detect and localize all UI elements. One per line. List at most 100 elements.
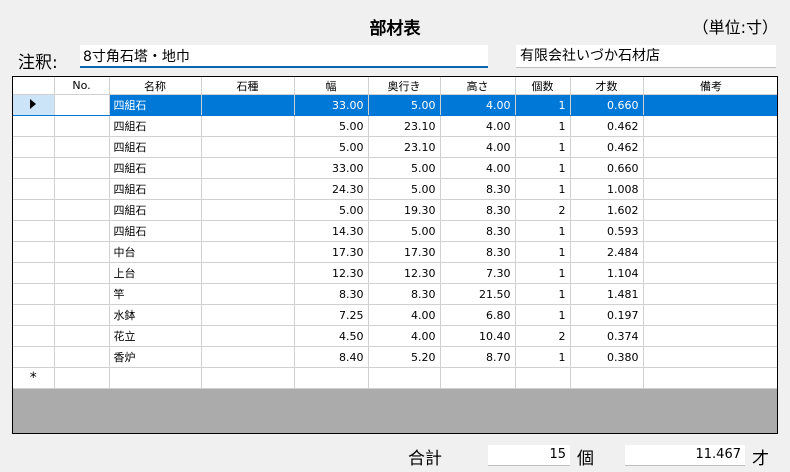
cell-count[interactable]: 2 (515, 199, 571, 221)
cell-depth[interactable]: 4.00 (368, 325, 441, 347)
cell-count[interactable]: 1 (515, 115, 571, 137)
row-header[interactable] (13, 157, 55, 179)
cell-height[interactable]: 8.30 (440, 178, 516, 200)
cell-count[interactable]: 1 (515, 220, 571, 242)
cell-sai[interactable]: 0.197 (570, 304, 644, 326)
cell-width[interactable]: 24.30 (294, 178, 369, 200)
cell-note[interactable] (643, 136, 777, 158)
row-header[interactable] (13, 283, 55, 305)
cell-sai[interactable]: 0.660 (570, 157, 644, 179)
row-header[interactable] (13, 325, 55, 347)
cell-name[interactable]: 上台 (109, 262, 202, 284)
row-header[interactable] (13, 241, 55, 263)
cell-stone[interactable] (201, 304, 295, 326)
cell-height[interactable]: 8.70 (440, 346, 516, 368)
cell-width[interactable]: 12.30 (294, 262, 369, 284)
row-header[interactable] (13, 346, 55, 368)
cell-no[interactable] (54, 241, 110, 263)
cell-name[interactable]: 竿 (109, 283, 202, 305)
cell-name[interactable]: 花立 (109, 325, 202, 347)
cell-sai[interactable]: 1.602 (570, 199, 644, 221)
new-row-header[interactable]: * (13, 367, 55, 389)
cell-stone[interactable] (201, 136, 295, 158)
cell-depth[interactable]: 17.30 (368, 241, 441, 263)
cell-stone[interactable] (201, 199, 295, 221)
table-row[interactable]: 四組石 33.00 5.00 4.00 1 0.660 (13, 157, 777, 179)
cell-stone[interactable] (201, 94, 295, 116)
cell-count[interactable]: 1 (515, 241, 571, 263)
cell-depth[interactable]: 5.00 (368, 94, 441, 116)
cell-name[interactable]: 香炉 (109, 346, 202, 368)
cell-note[interactable] (643, 241, 777, 263)
cell-no[interactable] (54, 178, 110, 200)
cell-width[interactable]: 33.00 (294, 157, 369, 179)
cell-no[interactable] (54, 304, 110, 326)
cell-height[interactable]: 7.30 (440, 262, 516, 284)
cell-no[interactable] (54, 157, 110, 179)
cell-depth[interactable]: 5.00 (368, 220, 441, 242)
cell-no[interactable] (54, 262, 110, 284)
cell-sai[interactable]: 0.374 (570, 325, 644, 347)
cell-count[interactable]: 1 (515, 346, 571, 368)
cell-sai[interactable]: 0.593 (570, 220, 644, 242)
column-header-width[interactable]: 幅 (294, 77, 369, 95)
cell-stone[interactable] (201, 241, 295, 263)
cell-count[interactable]: 1 (515, 304, 571, 326)
row-header[interactable] (13, 199, 55, 221)
cell-note[interactable] (643, 115, 777, 137)
new-row-cell[interactable] (440, 367, 516, 389)
row-header[interactable] (13, 220, 55, 242)
cell-sai[interactable]: 1.481 (570, 283, 644, 305)
note-input[interactable] (80, 45, 488, 68)
new-row-cell[interactable] (515, 367, 571, 389)
cell-note[interactable] (643, 304, 777, 326)
cell-height[interactable]: 8.30 (440, 199, 516, 221)
cell-name[interactable]: 四組石 (109, 115, 202, 137)
cell-stone[interactable] (201, 262, 295, 284)
cell-depth[interactable]: 12.30 (368, 262, 441, 284)
cell-depth[interactable]: 5.20 (368, 346, 441, 368)
cell-width[interactable]: 8.30 (294, 283, 369, 305)
table-row[interactable]: 四組石 5.00 19.30 8.30 2 1.602 (13, 199, 777, 221)
row-header[interactable] (13, 304, 55, 326)
row-header[interactable] (13, 262, 55, 284)
cell-depth[interactable]: 4.00 (368, 304, 441, 326)
column-header-height[interactable]: 高さ (440, 77, 516, 95)
cell-name[interactable]: 水鉢 (109, 304, 202, 326)
cell-width[interactable]: 5.00 (294, 136, 369, 158)
cell-note[interactable] (643, 157, 777, 179)
cell-count[interactable]: 1 (515, 262, 571, 284)
cell-name[interactable]: 四組石 (109, 199, 202, 221)
cell-height[interactable]: 4.00 (440, 115, 516, 137)
table-row[interactable]: 四組石 5.00 23.10 4.00 1 0.462 (13, 115, 777, 137)
cell-height[interactable]: 10.40 (440, 325, 516, 347)
row-header[interactable] (13, 94, 55, 116)
cell-count[interactable]: 1 (515, 94, 571, 116)
cell-name[interactable]: 中台 (109, 241, 202, 263)
cell-stone[interactable] (201, 178, 295, 200)
cell-depth[interactable]: 19.30 (368, 199, 441, 221)
cell-no[interactable] (54, 325, 110, 347)
cell-count[interactable]: 2 (515, 325, 571, 347)
cell-note[interactable] (643, 220, 777, 242)
table-row[interactable]: 竿 8.30 8.30 21.50 1 1.481 (13, 283, 777, 305)
column-header-note[interactable]: 備考 (643, 77, 777, 95)
cell-height[interactable]: 21.50 (440, 283, 516, 305)
row-header[interactable] (13, 178, 55, 200)
cell-depth[interactable]: 23.10 (368, 136, 441, 158)
cell-width[interactable]: 5.00 (294, 115, 369, 137)
cell-note[interactable] (643, 178, 777, 200)
cell-sai[interactable]: 1.008 (570, 178, 644, 200)
table-row[interactable]: 四組石 5.00 23.10 4.00 1 0.462 (13, 136, 777, 158)
cell-depth[interactable]: 23.10 (368, 115, 441, 137)
new-row[interactable]: * (13, 367, 777, 389)
cell-no[interactable] (54, 136, 110, 158)
cell-count[interactable]: 1 (515, 283, 571, 305)
column-header-depth[interactable]: 奥行き (368, 77, 441, 95)
cell-stone[interactable] (201, 220, 295, 242)
cell-no[interactable] (54, 94, 110, 116)
cell-sai[interactable]: 0.380 (570, 346, 644, 368)
column-header-name[interactable]: 名称 (109, 77, 202, 95)
cell-count[interactable]: 1 (515, 178, 571, 200)
cell-note[interactable] (643, 199, 777, 221)
